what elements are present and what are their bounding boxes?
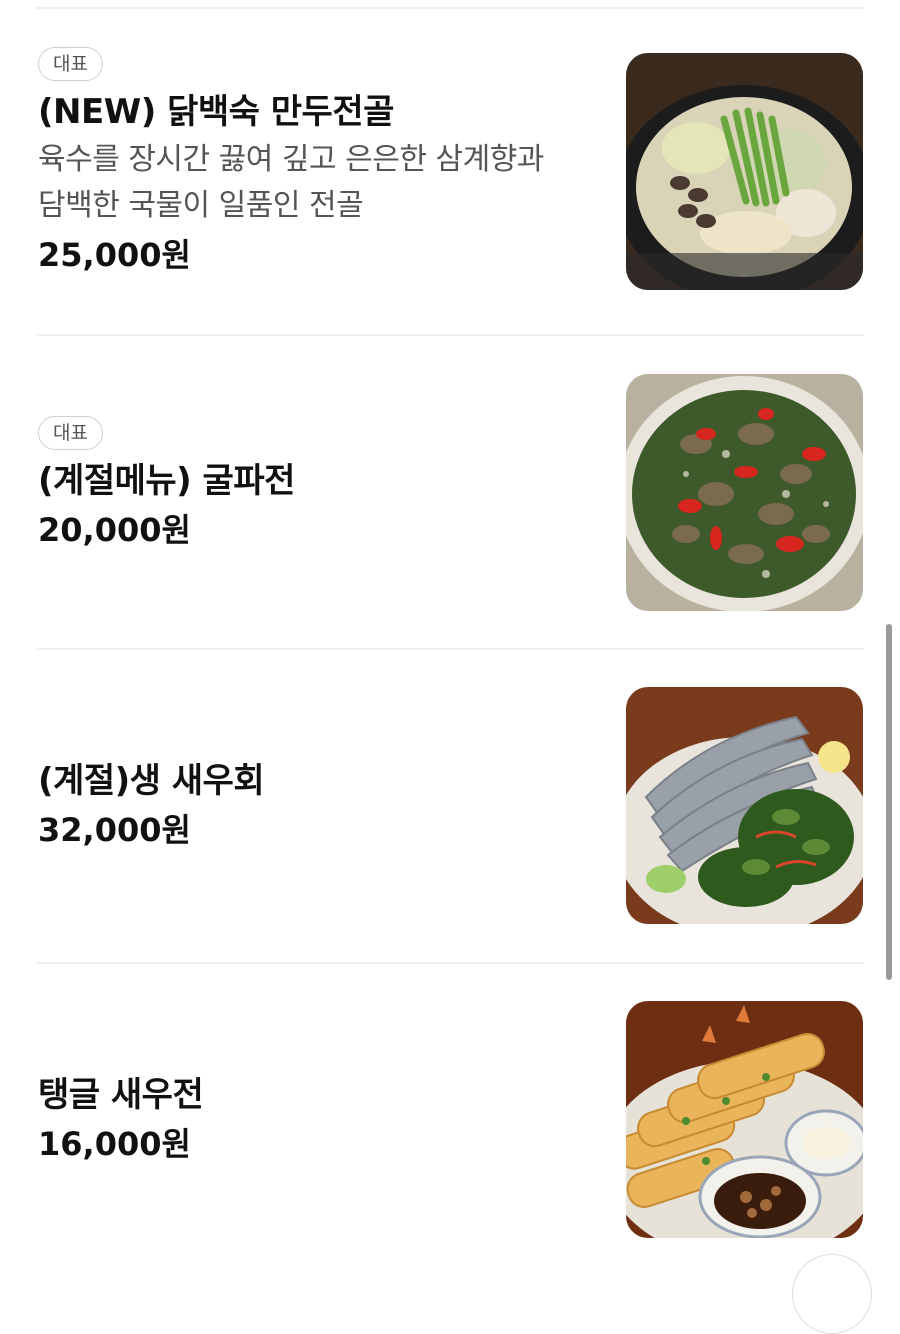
raw-shrimp-image [626, 687, 863, 924]
menu-item-description: 육수를 장시간 끓여 깊고 은은한 삼계향과 담백한 국물이 일품인 전골 [38, 137, 598, 229]
menu-item-info: (계절)생 새우회 32,000원 [38, 758, 598, 854]
oyster-pancake-image [626, 374, 863, 611]
hotpot-dumpling-image [626, 53, 863, 290]
menu-item-photo-shrimp[interactable] [626, 687, 863, 924]
menu-item-photo-oyster[interactable] [626, 374, 863, 611]
shrimp-jeon-image [626, 1001, 863, 1238]
scrollbar[interactable] [886, 624, 892, 980]
menu-item-name: (계절메뉴) 굴파전 [38, 461, 295, 501]
description-line: 육수를 장시간 끓여 깊고 은은한 삼계향과 [38, 142, 544, 177]
menu-item-price: 25,000원 [38, 236, 191, 274]
menu-item-name: 탱글 새우전 [38, 1075, 204, 1115]
menu-item-name: (NEW) 닭백숙 만두전골 [38, 92, 394, 132]
representative-badge: 대표 [38, 416, 103, 450]
menu-item-raw-shrimp[interactable]: (계절)생 새우회 32,000원 [0, 650, 900, 964]
menu-item-oyster-pancake[interactable]: 대표 (계절메뉴) 굴파전 20,000원 [0, 336, 900, 650]
menu-item-name: (계절)생 새우회 [38, 761, 265, 801]
menu-item-price: 32,000원 [38, 811, 191, 849]
description-line: 담백한 국물이 일품인 전골 [38, 188, 364, 223]
menu-item-price: 20,000원 [38, 511, 191, 549]
representative-badge: 대표 [38, 47, 103, 81]
menu-item-photo-hotpot[interactable] [626, 53, 863, 290]
menu-item-info: 대표 (NEW) 닭백숙 만두전골 육수를 장시간 끓여 깊고 은은한 삼계향과… [38, 47, 598, 279]
menu-item-info: 탱글 새우전 16,000원 [38, 1072, 598, 1168]
menu-item-info: 대표 (계절메뉴) 굴파전 20,000원 [38, 416, 598, 554]
menu-item-shrimp-jeon[interactable]: 탱글 새우전 16,000원 [0, 964, 900, 1278]
menu-item-photo-shrimp-jeon[interactable] [626, 1001, 863, 1238]
floating-action-button[interactable] [792, 1254, 872, 1334]
menu-item-dakbaeksuk[interactable]: 대표 (NEW) 닭백숙 만두전골 육수를 장시간 끓여 깊고 은은한 삼계향과… [0, 9, 900, 323]
menu-item-price: 16,000원 [38, 1125, 191, 1163]
